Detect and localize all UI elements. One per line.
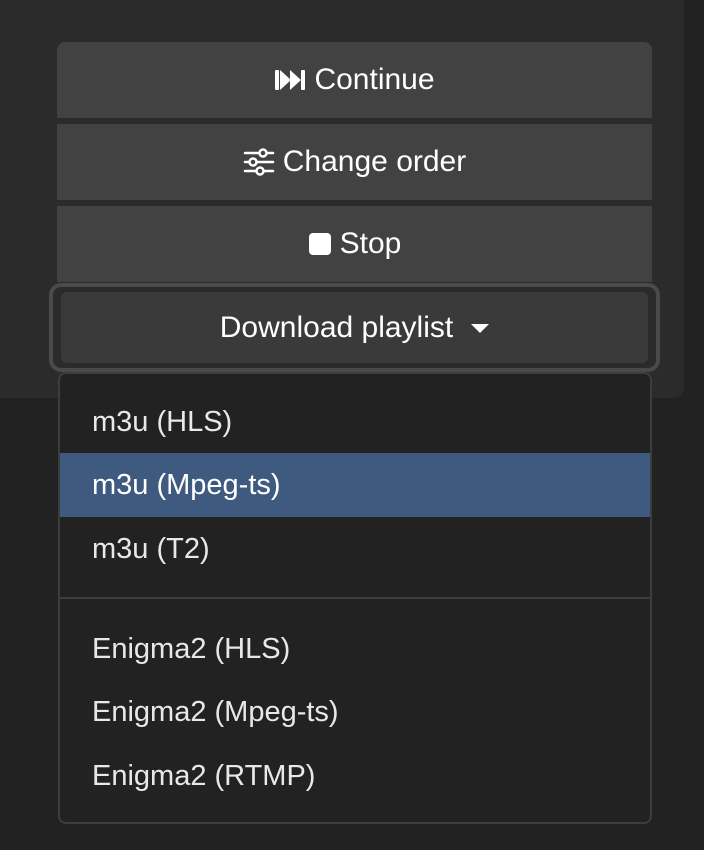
menu-divider — [60, 597, 650, 599]
download-dropdown-menu: m3u (HLS) m3u (Mpeg-ts) m3u (T2) Enigma2… — [58, 372, 652, 824]
continue-button[interactable]: Continue — [57, 42, 652, 118]
stop-label: Stop — [339, 227, 402, 260]
sliders-icon — [243, 148, 275, 176]
menu-item-enigma2-rtmp[interactable]: Enigma2 (RTMP) — [60, 744, 650, 808]
stop-button[interactable]: Stop — [57, 206, 652, 282]
download-focus-ring: Download playlist — [49, 283, 660, 372]
menu-item-enigma2-mpeg-ts[interactable]: Enigma2 (Mpeg-ts) — [60, 680, 650, 744]
caret-down-icon — [471, 324, 490, 333]
menu-item-m3u-mpeg-ts[interactable]: m3u (Mpeg-ts) — [60, 453, 650, 517]
download-playlist-button[interactable]: Download playlist — [61, 292, 648, 363]
change-order-label: Change order — [282, 145, 467, 178]
menu-item-m3u-hls[interactable]: m3u (HLS) — [60, 390, 650, 454]
stop-icon — [308, 232, 332, 256]
change-order-button[interactable]: Change order — [57, 124, 652, 200]
fast-forward-icon — [274, 68, 306, 92]
download-playlist-label: Download playlist — [219, 310, 454, 344]
menu-item-enigma2-hls[interactable]: Enigma2 (HLS) — [60, 617, 650, 681]
menu-item-m3u-t2[interactable]: m3u (T2) — [60, 517, 650, 581]
continue-label: Continue — [314, 63, 435, 96]
